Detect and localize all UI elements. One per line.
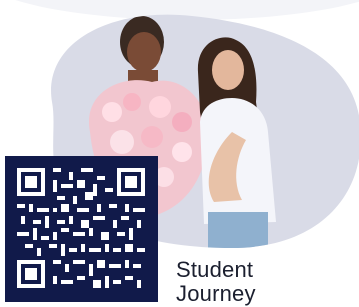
qr-code-panel[interactable] xyxy=(5,156,158,302)
caption-line-2: Journey xyxy=(176,281,256,306)
caption-line-1: Student xyxy=(176,257,254,282)
qr-code-icon xyxy=(17,168,145,288)
student-journey-card[interactable]: Student Journey xyxy=(0,0,359,307)
caption[interactable]: Student Journey xyxy=(176,258,256,306)
